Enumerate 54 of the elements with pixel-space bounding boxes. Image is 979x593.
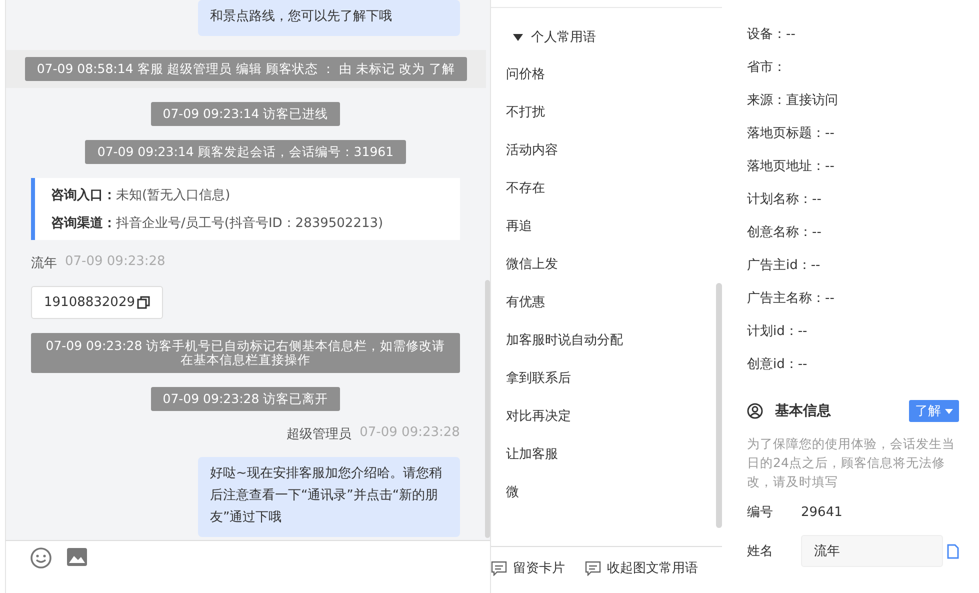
info-line: 计划名称：-- xyxy=(747,191,822,209)
info-line: 计划id：-- xyxy=(747,323,808,341)
toolbar-button[interactable]: 留资卡片 xyxy=(490,559,565,577)
sender-name: 超级管理员 xyxy=(286,426,352,443)
comment-icon xyxy=(584,560,601,576)
message-time: 07-09 09:23:28 xyxy=(360,425,460,442)
toolbar-button[interactable]: 收起图文常用语 xyxy=(584,559,698,577)
info-note: 为了保障您的使用体验，会话发生当日的24点之后，顾客信息将无法修改，请及时填写 xyxy=(747,435,956,491)
section-title: 基本信息 xyxy=(775,402,832,420)
image-icon[interactable] xyxy=(66,547,88,567)
system-message: 07-09 09:23:28 访客已离开 xyxy=(150,387,340,411)
phone-number: 19108832029 xyxy=(44,295,135,310)
info-line: 来源：直接访问 xyxy=(747,92,838,110)
info-line: 广告主名称：-- xyxy=(747,290,834,308)
phrase-item[interactable]: 活动内容 xyxy=(506,140,558,162)
sender-name: 流年 xyxy=(31,255,57,272)
info-line: 广告主id：-- xyxy=(747,257,820,275)
info-line: 创意id：-- xyxy=(747,356,808,374)
phrase-item[interactable]: 对比再决定 xyxy=(506,406,571,428)
phrase-item[interactable]: 再追 xyxy=(506,216,532,238)
phrase-item[interactable]: 微 xyxy=(506,482,519,504)
info-line: 落地页地址：-- xyxy=(747,158,834,176)
phrase-item[interactable]: 有优惠 xyxy=(506,292,545,314)
field-value: 29641 xyxy=(801,504,842,520)
field-label: 编号 xyxy=(747,504,774,521)
message-bubble: 和景点路线，您可以先了解下哦 xyxy=(198,0,460,36)
name-field[interactable]: 流年 xyxy=(801,535,943,567)
phrase-item[interactable]: 不打扰 xyxy=(506,102,545,124)
user-icon xyxy=(747,403,763,419)
phrase-item[interactable]: 问价格 xyxy=(506,64,545,86)
source-row-text: 咨询渠道：抖音企业号/员工号(抖音号ID：2839502213) xyxy=(51,214,384,232)
system-message: 07-09 09:23:14 访客已进线 xyxy=(150,102,340,126)
message-time: 07-09 09:23:28 xyxy=(65,254,166,271)
field-label: 姓名 xyxy=(747,543,774,560)
system-message: 07-09 08:58:14 客服 超级管理员 编辑 顾客状态 ： 由 未标记 改为 了解 xyxy=(24,57,468,81)
info-line: 落地页标题：-- xyxy=(747,125,834,143)
caret-icon xyxy=(512,34,523,40)
comment-icon xyxy=(490,560,507,576)
info-line: 设备：-- xyxy=(747,26,796,44)
caret-icon xyxy=(945,408,953,414)
phrase-item[interactable]: 微信上发 xyxy=(506,254,558,276)
smiley-icon[interactable] xyxy=(30,547,52,569)
phrase-item[interactable]: 不存在 xyxy=(506,178,545,200)
phrase-item[interactable]: 让加客服 xyxy=(506,444,558,466)
phrase-item[interactable]: 加客服时说自动分配 xyxy=(506,330,623,352)
info-line: 创意名称：-- xyxy=(747,224,822,242)
phrase-item[interactable]: 拿到联系后 xyxy=(506,368,571,390)
copy-icon[interactable] xyxy=(136,296,150,309)
phrase-group-header[interactable]: 个人常用语 xyxy=(506,26,722,48)
source-row-text: 咨询入口：未知(暂无入口信息) xyxy=(51,186,232,204)
system-message: 07-09 09:23:14 顾客发起会话，会话编号：31961 xyxy=(85,140,406,164)
message-bubble: 好哒~现在安排客服加您介绍哈。请您稍后注意查看一下“通讯录”并点击“新的朋友”通过下哦 xyxy=(198,457,460,537)
info-line: 省市： xyxy=(747,59,786,77)
system-message: 07-09 09:23:28 访客手机号已自动标记右侧基本信息栏，如需修改请在基本信息栏直接操作 xyxy=(31,333,460,373)
